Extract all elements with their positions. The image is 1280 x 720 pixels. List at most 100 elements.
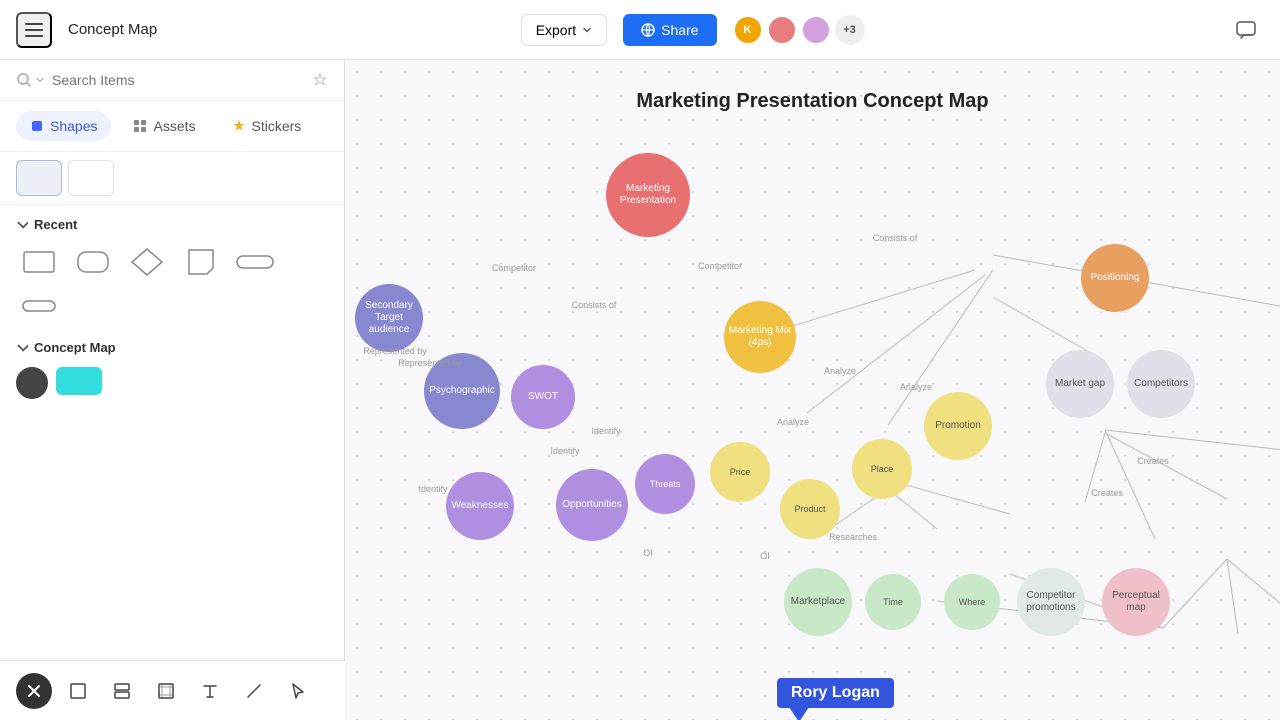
node-competitor_promotions[interactable]: Competitor promotions: [1017, 568, 1085, 636]
extra-tab-1[interactable]: [16, 160, 62, 196]
node-time[interactable]: Time: [865, 574, 921, 630]
node-secondary[interactable]: Secondary Target audience: [355, 284, 423, 352]
main-layout: Shapes Assets Stickers Recent: [0, 60, 1280, 720]
export-button[interactable]: Export: [521, 14, 607, 46]
share-button[interactable]: Share: [623, 14, 716, 46]
node-place[interactable]: Place: [852, 439, 912, 499]
edge-label: Identify: [418, 484, 447, 494]
shape-pill-wide[interactable]: [232, 244, 278, 280]
diamond-icon: [30, 119, 44, 133]
pin-icon: [312, 72, 328, 88]
edge-label: Identify: [550, 446, 579, 456]
edge-label: Competitor: [698, 261, 742, 271]
node-product[interactable]: Product: [780, 479, 840, 539]
search-icon: [16, 72, 32, 88]
avatar: [767, 15, 797, 45]
shape-sticky[interactable]: [178, 244, 224, 280]
node-marketing[interactable]: Marketing Presentation: [606, 153, 690, 237]
sticky-shape: [187, 248, 215, 276]
extra-tab-2[interactable]: [68, 160, 114, 196]
stack-icon: [113, 682, 131, 700]
node-market_gap[interactable]: Market gap: [1046, 350, 1114, 418]
edge-label: Represented by: [363, 346, 427, 356]
edge-label: Competitor: [492, 263, 536, 273]
canvas-area[interactable]: Marketing Presentation Concept Map Marke…: [345, 60, 1280, 720]
shape-diamond[interactable]: [124, 244, 170, 280]
line-icon: [245, 682, 263, 700]
color-dark[interactable]: [16, 367, 48, 399]
document-title: Concept Map: [68, 21, 157, 38]
edge-label: Creates: [1137, 456, 1169, 466]
avatar-overflow: +3: [835, 15, 865, 45]
map-title: Marketing Presentation Concept Map: [636, 90, 988, 113]
menu-button[interactable]: [16, 12, 52, 48]
edge-label: Analyze: [777, 417, 809, 427]
bottom-toolbar: [0, 660, 345, 720]
search-input[interactable]: [52, 72, 304, 88]
avatar-group: K +3: [733, 15, 865, 45]
edge-label: Identify: [591, 426, 620, 436]
search-icon-wrap: [16, 72, 44, 88]
shape-pill-narrow[interactable]: [16, 288, 62, 324]
node-competitors[interactable]: Competitors: [1127, 350, 1195, 418]
edge-label: Consists of: [572, 300, 617, 310]
node-opportunities[interactable]: Opportunities: [556, 469, 628, 541]
edge-label: Analyze: [824, 366, 856, 376]
tool-frame[interactable]: [148, 673, 184, 709]
concept-map-section-header[interactable]: Concept Map: [16, 340, 328, 355]
pointer-icon: [289, 682, 307, 700]
search-bar: [0, 60, 344, 101]
cursor-arrow: [787, 704, 811, 720]
tab-shapes[interactable]: Shapes: [16, 111, 111, 141]
header: Concept Map Export Share K +3: [0, 0, 1280, 60]
hamburger-icon: [25, 23, 43, 37]
node-where[interactable]: Where: [944, 574, 1000, 630]
rectangle-shape: [22, 250, 56, 274]
node-swot[interactable]: SWOT: [511, 365, 575, 429]
tool-rectangle[interactable]: [60, 673, 96, 709]
color-teal[interactable]: [56, 367, 102, 395]
diamond-shape: [130, 247, 164, 277]
edge-label: OI: [643, 548, 653, 558]
node-threats[interactable]: Threats: [635, 454, 695, 514]
node-marketplace[interactable]: Marketplace: [784, 568, 852, 636]
chat-button[interactable]: [1228, 12, 1264, 48]
edge-label: Consists of: [873, 233, 918, 243]
recent-section: Recent: [0, 205, 344, 411]
extra-tabs: [0, 152, 344, 205]
close-button[interactable]: [16, 673, 52, 709]
node-perceptual_map[interactable]: Perceptual map: [1102, 568, 1170, 636]
tool-stack[interactable]: [104, 673, 140, 709]
recent-section-header[interactable]: Recent: [16, 217, 328, 232]
shape-rectangle[interactable]: [16, 244, 62, 280]
tab-assets[interactable]: Assets: [119, 111, 209, 141]
tab-stickers[interactable]: Stickers: [218, 111, 316, 141]
chevron-down-icon: [16, 219, 28, 231]
globe-icon: [641, 23, 655, 37]
tool-line[interactable]: [236, 673, 272, 709]
star-icon: [232, 119, 246, 133]
node-promotion[interactable]: Promotion: [924, 392, 992, 460]
recent-shapes-grid: [16, 244, 328, 324]
tool-text[interactable]: [192, 673, 228, 709]
edge-label: Creates: [1091, 488, 1123, 498]
node-mktmix[interactable]: Marketing Mix (4ps): [724, 301, 796, 373]
text-icon: [201, 682, 219, 700]
chevron-down-icon: [582, 25, 592, 35]
chat-icon: [1235, 19, 1257, 41]
frame-icon: [157, 682, 175, 700]
cursor-rory-logan: Rory Logan: [777, 678, 894, 708]
edge-label: Represented by: [398, 358, 462, 368]
node-price[interactable]: Price: [710, 442, 770, 502]
avatar: K: [733, 15, 763, 45]
pill-narrow-shape: [19, 296, 59, 316]
tool-pointer[interactable]: [280, 673, 316, 709]
chevron-down-icon: [36, 76, 44, 84]
pill-wide-shape: [235, 252, 275, 272]
node-positioning[interactable]: Positioning: [1081, 244, 1149, 312]
node-weaknesses[interactable]: Weaknesses: [446, 472, 514, 540]
shape-rounded-rect[interactable]: [70, 244, 116, 280]
avatar: [801, 15, 831, 45]
tab-row: Shapes Assets Stickers: [0, 101, 344, 152]
assets-icon: [133, 119, 147, 133]
